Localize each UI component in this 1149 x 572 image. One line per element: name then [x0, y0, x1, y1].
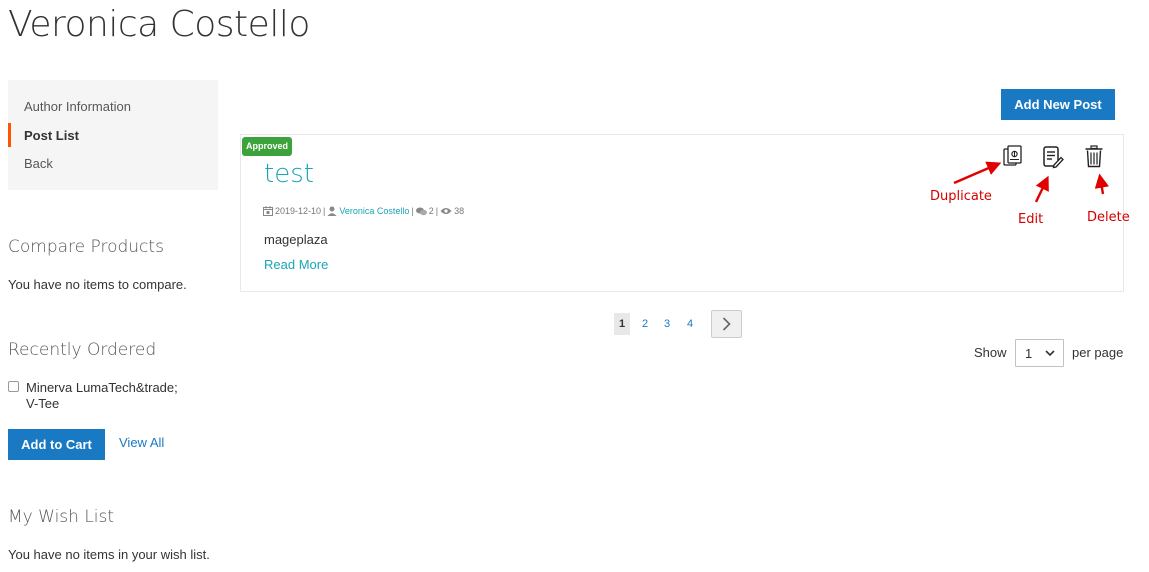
- comments-icon: [415, 207, 427, 215]
- eye-icon: [440, 208, 452, 214]
- page-2-link[interactable]: 2: [637, 313, 653, 335]
- meta-separator: |: [411, 206, 414, 216]
- view-all-link[interactable]: View All: [119, 435, 164, 450]
- post-title-link[interactable]: test: [264, 159, 314, 189]
- per-page-select[interactable]: 1: [1015, 339, 1064, 367]
- duplicate-arrow: [953, 161, 1002, 185]
- nav-item-author-information[interactable]: Author Information: [24, 99, 131, 114]
- page-3-link[interactable]: 3: [659, 313, 675, 335]
- wishlist-empty-text: You have no items in your wish list.: [8, 547, 210, 562]
- calendar-icon: [263, 206, 273, 216]
- recently-ordered-item-name: Minerva LumaTech&trade; V-Tee: [26, 380, 178, 411]
- nav-item-back[interactable]: Back: [24, 156, 53, 171]
- chevron-right-icon: [722, 317, 731, 331]
- page-1: 1: [614, 313, 630, 335]
- compare-empty-text: You have no items to compare.: [8, 277, 187, 292]
- post-author-link[interactable]: Veronica Costello: [339, 206, 409, 216]
- add-new-post-button[interactable]: Add New Post: [1001, 89, 1115, 120]
- post-excerpt: mageplaza: [264, 232, 328, 247]
- account-nav: Author Information Post List Back: [8, 80, 218, 190]
- meta-separator: |: [323, 206, 326, 216]
- add-to-cart-button[interactable]: Add to Cart: [8, 429, 105, 460]
- recently-ordered-heading: Recently Ordered: [8, 340, 157, 360]
- per-page-label: per page: [1072, 345, 1124, 360]
- nav-active-indicator: [8, 123, 11, 147]
- per-page-value: 1: [1025, 345, 1033, 361]
- nav-item-post-list[interactable]: Post List: [24, 128, 79, 143]
- post-view-count: 38: [454, 206, 465, 216]
- page-title: Veronica Costello: [8, 4, 310, 45]
- next-page-button[interactable]: [711, 310, 742, 338]
- post-comment-count: 2: [428, 206, 434, 216]
- meta-separator: |: [435, 206, 439, 216]
- show-label: Show: [974, 345, 1007, 360]
- page-4-link[interactable]: 4: [682, 313, 698, 335]
- item-name-line2: V-Tee: [26, 396, 60, 411]
- duplicate-annotation: Duplicate: [930, 189, 992, 204]
- status-badge: Approved: [242, 137, 293, 156]
- compare-products-heading: Compare Products: [8, 237, 164, 257]
- delete-annotation: Delete: [1087, 210, 1130, 225]
- item-name-line1: Minerva LumaTech&trade;: [26, 380, 178, 395]
- recently-ordered-item-checkbox[interactable]: [8, 381, 19, 392]
- chevron-down-icon: [1045, 350, 1055, 357]
- user-icon: [327, 206, 337, 216]
- wishlist-heading: My Wish List: [8, 507, 115, 527]
- delete-arrow: [1094, 173, 1109, 195]
- edit-arrow: [1034, 175, 1049, 203]
- edit-annotation: Edit: [1018, 212, 1044, 227]
- post-date: 2019-12-10: [275, 206, 322, 216]
- post-meta: 2019-12-10 | Veronica Costello | 2 | 38: [263, 206, 464, 216]
- read-more-link[interactable]: Read More: [264, 257, 328, 272]
